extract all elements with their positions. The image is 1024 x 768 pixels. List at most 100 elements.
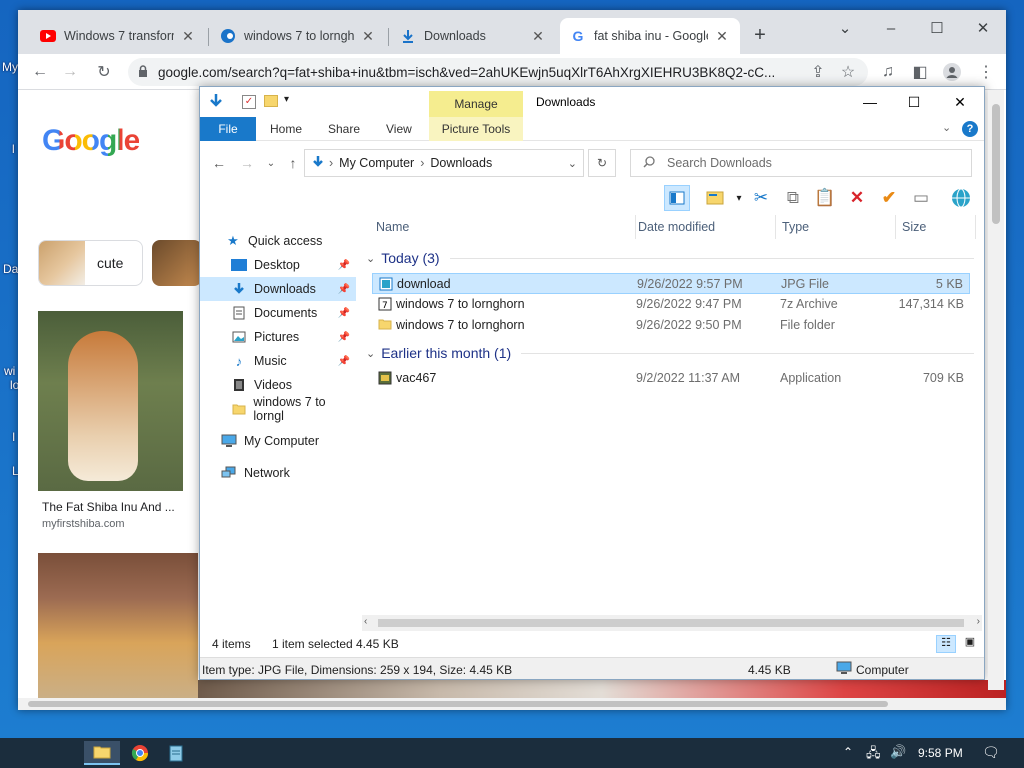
refresh-icon[interactable]: ↻ [588, 149, 616, 177]
preview-pane-icon[interactable] [664, 185, 690, 211]
notepad-icon[interactable] [158, 741, 194, 765]
address-bar[interactable]: google.com/search?q=fat+shiba+inu&tbm=is… [128, 58, 868, 86]
close-icon[interactable]: ✕ [714, 28, 730, 45]
close-icon[interactable]: ✕ [180, 28, 196, 45]
cut-icon[interactable]: ✂ [748, 185, 774, 211]
notification-icon[interactable]: 🗨 [982, 744, 1000, 761]
delete-icon[interactable]: ✕ [844, 185, 870, 211]
file-row[interactable]: windows 7 to lornghorn 9/26/2022 9:50 PM… [372, 315, 970, 336]
back-icon[interactable]: ← [28, 60, 52, 84]
nav-network[interactable]: Network [200, 461, 356, 485]
column-name[interactable]: Name [370, 215, 636, 239]
search-input[interactable]: Search Downloads [630, 149, 972, 177]
nav-documents[interactable]: Documents 📌 [200, 301, 356, 325]
image-result[interactable] [38, 553, 198, 703]
pin-icon[interactable]: 📌 [338, 260, 350, 271]
maximize-icon[interactable]: ☐ [894, 91, 934, 113]
chevron-down-icon[interactable]: ⌄ [942, 121, 951, 134]
globe-icon[interactable] [948, 185, 974, 211]
tab-home[interactable]: Home [260, 117, 312, 141]
taskbar-clock[interactable]: 9:58 PM [918, 746, 963, 760]
copy-icon[interactable]: ⧉ [780, 185, 806, 211]
pin-icon[interactable]: 📌 [338, 356, 350, 367]
minimize-icon[interactable]: – [868, 14, 914, 42]
file-row[interactable]: 7 windows 7 to lornghorn 9/26/2022 9:47 … [372, 294, 970, 315]
chrome-icon[interactable] [122, 741, 158, 765]
maximize-icon[interactable]: ☐ [914, 14, 960, 42]
close-window-icon[interactable]: ✕ [940, 91, 980, 113]
column-type[interactable]: Type [776, 215, 896, 239]
related-chip[interactable] [152, 240, 202, 286]
address-breadcrumb[interactable]: › My Computer › Downloads ⌄ [304, 149, 584, 177]
new-folder-icon[interactable] [264, 95, 278, 107]
file-row[interactable]: vac467 9/2/2022 11:37 AM Application 709… [372, 368, 970, 389]
file-explorer-icon[interactable] [84, 741, 120, 765]
chevron-down-icon[interactable]: ⌄ [568, 157, 577, 170]
tab-downloads[interactable]: Downloads ✕ [390, 18, 556, 54]
menu-icon[interactable]: ⋮ [974, 60, 998, 84]
chevron-down-icon[interactable]: ⌄ [822, 14, 868, 42]
reload-icon[interactable]: ↻ [92, 60, 116, 84]
nav-desktop[interactable]: Desktop 📌 [200, 253, 356, 277]
forward-icon[interactable]: → [58, 60, 82, 84]
file-row[interactable]: download 9/26/2022 9:57 PM JPG File 5 KB [372, 273, 970, 294]
result-caption[interactable]: The Fat Shiba Inu And ... [42, 500, 175, 514]
large-icons-view-icon[interactable]: ▣ [960, 635, 980, 653]
up-icon[interactable]: ↑ [282, 153, 304, 173]
tab-file[interactable]: File [200, 117, 256, 141]
network-icon[interactable]: 🖧 [866, 744, 881, 766]
vertical-scrollbar[interactable] [988, 90, 1004, 690]
share-icon[interactable]: ⇪ [806, 60, 830, 84]
tab-share[interactable]: Share [318, 117, 370, 141]
profile-icon[interactable] [940, 60, 964, 84]
group-header-earlier[interactable]: ⌄ Earlier this month (1) [366, 342, 974, 364]
group-header-today[interactable]: ⌄ Today (3) [366, 247, 974, 269]
tab-picture-tools[interactable]: Picture Tools [429, 117, 523, 141]
pin-icon[interactable]: 📌 [338, 284, 350, 295]
breadcrumb-my-computer[interactable]: My Computer [339, 156, 414, 170]
back-icon[interactable]: ← [208, 153, 230, 173]
minimize-icon[interactable]: — [850, 91, 890, 113]
result-source[interactable]: myfirstshiba.com [42, 518, 125, 530]
chevron-down-icon[interactable]: ▾ [284, 94, 289, 105]
horizontal-scrollbar[interactable]: ‹ › [362, 615, 982, 631]
pin-icon[interactable]: 📌 [338, 332, 350, 343]
close-window-icon[interactable]: ✕ [960, 14, 1006, 42]
nav-quick-access[interactable]: ★ Quick access [200, 229, 356, 253]
paste-icon[interactable]: 📋 [812, 185, 838, 211]
media-icon[interactable]: ♫ [876, 60, 900, 84]
horizontal-scrollbar[interactable] [18, 698, 1006, 710]
download-icon[interactable] [208, 93, 224, 112]
sidepanel-icon[interactable]: ◧ [908, 60, 932, 84]
help-icon[interactable]: ? [962, 121, 978, 137]
nav-music[interactable]: ♪ Music 📌 [200, 349, 356, 373]
chevron-up-icon[interactable]: ⌃ [843, 745, 853, 759]
column-date-modified[interactable]: Date modified [632, 215, 776, 239]
nav-videos[interactable]: Videos [200, 373, 356, 397]
tab-youtube[interactable]: Windows 7 transform ✕ [30, 18, 206, 54]
tab-view[interactable]: View [376, 117, 422, 141]
tab-google-active[interactable]: G fat shiba inu - Google ✕ [560, 18, 740, 54]
recent-locations-icon[interactable]: ⌄ [260, 153, 282, 173]
breadcrumb-downloads[interactable]: Downloads [430, 156, 492, 170]
close-icon[interactable]: ✕ [360, 28, 376, 45]
google-logo[interactable]: Google [42, 124, 140, 158]
related-chip[interactable]: cute [38, 240, 143, 286]
star-icon[interactable]: ☆ [836, 60, 860, 84]
nav-my-computer[interactable]: My Computer [200, 429, 356, 453]
pin-icon[interactable]: 📌 [338, 308, 350, 319]
forward-icon[interactable]: → [236, 153, 258, 173]
volume-icon[interactable]: 🔊 [890, 744, 906, 760]
checkmark-icon[interactable]: ✔ [876, 185, 902, 211]
nav-folder[interactable]: windows 7 to lorngl [200, 395, 356, 423]
new-tab-button[interactable]: + [748, 24, 772, 48]
rename-icon[interactable]: ▭ [908, 185, 934, 211]
image-result[interactable] [38, 311, 183, 491]
nav-downloads[interactable]: Downloads 📌 [200, 277, 356, 301]
nav-pictures[interactable]: Pictures 📌 [200, 325, 356, 349]
view-options-icon[interactable] [702, 185, 728, 211]
details-view-icon[interactable]: ☷ [936, 635, 956, 653]
close-icon[interactable]: ✕ [530, 28, 546, 45]
tab-edge[interactable]: windows 7 to lorngho ✕ [210, 18, 386, 54]
column-size[interactable]: Size [896, 215, 976, 239]
